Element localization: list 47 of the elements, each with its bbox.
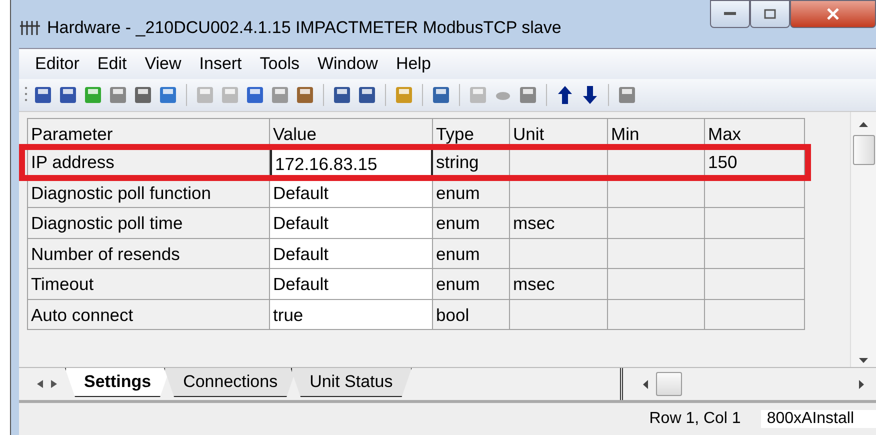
minimize-button[interactable] bbox=[710, 0, 750, 28]
table-cell: Auto connect bbox=[27, 300, 270, 330]
scroll-thumb[interactable] bbox=[852, 135, 874, 165]
table-cell: Number of resends bbox=[27, 238, 270, 269]
column-header[interactable]: Type bbox=[433, 118, 510, 147]
value-field[interactable]: Default bbox=[270, 208, 433, 238]
vertical-scrollbar[interactable] bbox=[850, 112, 876, 367]
maximize-icon bbox=[764, 9, 776, 19]
table-cell: msec bbox=[510, 269, 608, 300]
minimize-icon bbox=[724, 12, 736, 16]
value-field[interactable]: true bbox=[270, 300, 433, 330]
value-field[interactable]: Default bbox=[270, 269, 433, 300]
tab-scroll-left-icon[interactable] bbox=[37, 380, 43, 388]
close-icon bbox=[826, 8, 840, 20]
table-cell: bool bbox=[433, 300, 510, 330]
tab-scroll-right-icon[interactable] bbox=[51, 380, 57, 388]
column-header[interactable]: Max bbox=[705, 118, 805, 147]
column-header[interactable]: Parameter bbox=[27, 118, 270, 147]
table-cell: enum bbox=[433, 208, 510, 238]
sheet-tab[interactable]: Unit Status bbox=[290, 368, 412, 397]
window-title: Hardware - _210DCU002.4.1.15 IMPACTMETER ModbusTCP slave bbox=[47, 18, 562, 38]
column-header[interactable]: Unit bbox=[510, 118, 608, 147]
scroll-left-icon[interactable] bbox=[643, 380, 648, 388]
column-header[interactable]: Min bbox=[608, 118, 705, 147]
maximize-button[interactable] bbox=[750, 0, 790, 28]
value-field[interactable]: Default bbox=[270, 238, 433, 269]
scroll-down-icon[interactable] bbox=[859, 358, 868, 363]
menu-item[interactable]: View bbox=[136, 54, 192, 74]
scroll-up-icon[interactable] bbox=[859, 122, 868, 127]
table-cell: msec bbox=[510, 208, 608, 238]
menu-item[interactable]: Insert bbox=[191, 54, 252, 74]
table-cell: enum bbox=[433, 238, 510, 269]
table-cell: Timeout bbox=[27, 269, 270, 300]
menu-item[interactable]: Edit bbox=[89, 54, 137, 74]
table-cell: enum bbox=[433, 269, 510, 300]
status-text: 800xAInstall bbox=[760, 410, 876, 428]
app-icon bbox=[19, 19, 41, 37]
column-header[interactable]: Value bbox=[270, 118, 433, 147]
scroll-right-icon[interactable] bbox=[859, 380, 864, 388]
scroll-thumb[interactable] bbox=[656, 372, 682, 396]
status-text: Row 1, Col 1 bbox=[648, 410, 742, 428]
menu-item[interactable]: Window bbox=[309, 54, 388, 74]
table-cell: Diagnostic poll time bbox=[27, 208, 270, 238]
menu-item[interactable]: Help bbox=[388, 54, 441, 74]
menu-item[interactable]: Editor bbox=[27, 54, 90, 74]
close-button[interactable] bbox=[790, 0, 876, 28]
menu-item[interactable]: Tools bbox=[252, 54, 310, 74]
